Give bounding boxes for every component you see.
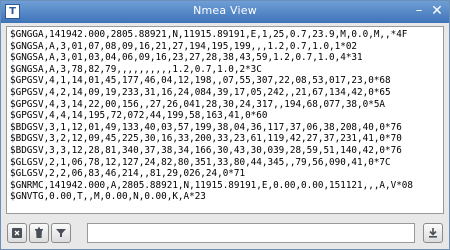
log-line: $GNGSA,A,3,01,07,08,09,16,21,27,194,195,… bbox=[10, 40, 358, 52]
clear-log-button[interactable] bbox=[7, 223, 27, 243]
send-button[interactable] bbox=[423, 223, 443, 243]
log-line: $GNGGA,141942.000,2805.88921,N,11915.891… bbox=[10, 29, 408, 40]
trash-icon bbox=[35, 227, 43, 238]
log-line: $GNVTG,0.00,T,,M,0.00,N,0.00,K,A*23 bbox=[10, 191, 206, 203]
log-line: $BDGSV,3,1,12,01,49,133,40,03,57,199,38,… bbox=[10, 121, 402, 133]
log-line: $GPGSV,4,3,14,22,00,156,,27,26,041,28,30… bbox=[10, 98, 386, 110]
command-input[interactable] bbox=[87, 223, 415, 243]
send-download-icon bbox=[429, 228, 437, 238]
filter-icon bbox=[56, 229, 66, 237]
log-line: $GNGSA,A,3,01,03,04,06,09,16,23,27,28,38… bbox=[10, 52, 363, 64]
bottom-toolbar bbox=[1, 219, 449, 249]
log-line: $GNGSA,A,3,78,82,79,,,,,,,,,,1.2,0.7,1.0… bbox=[10, 63, 262, 75]
filter-button[interactable] bbox=[51, 223, 71, 243]
log-line: $BDGSV,3,2,12,09,45,225,30,16,33,200,33,… bbox=[10, 133, 402, 145]
nmea-view-window: T Nmea View – ✕ $GNGGA,141942.000,2805.8… bbox=[0, 0, 450, 250]
log-line: $GPGSV,4,4,14,195,72,072,44,199,58,163,4… bbox=[10, 110, 268, 122]
title-bar[interactable]: T Nmea View – ✕ bbox=[1, 1, 449, 23]
delete-button[interactable] bbox=[29, 223, 49, 243]
log-line: $GPGSV,4,1,14,01,45,177,46,04,12,198,,07… bbox=[10, 75, 391, 87]
log-line: $GPGSV,4,2,14,09,19,233,31,16,24,084,39,… bbox=[10, 86, 391, 98]
log-line: $GNRMC,141942.000,A,2805.88921,N,11915.8… bbox=[10, 179, 413, 191]
close-button[interactable]: ✕ bbox=[429, 3, 445, 19]
log-line: $BDGSV,3,3,12,28,81,340,37,38,34,166,30,… bbox=[10, 144, 402, 156]
nmea-log-textarea[interactable]: $GNGGA,141942.000,2805.88921,N,11915.891… bbox=[6, 26, 444, 214]
window-title: Nmea View bbox=[193, 4, 257, 17]
clear-log-icon bbox=[12, 228, 22, 238]
minimize-button[interactable]: – bbox=[411, 3, 427, 19]
log-line: $GLGSV,2,1,06,78,12,127,24,82,80,351,33,… bbox=[10, 156, 391, 168]
log-line: $GLGSV,2,2,06,83,46,214,,81,29,026,24,0*… bbox=[10, 168, 246, 180]
